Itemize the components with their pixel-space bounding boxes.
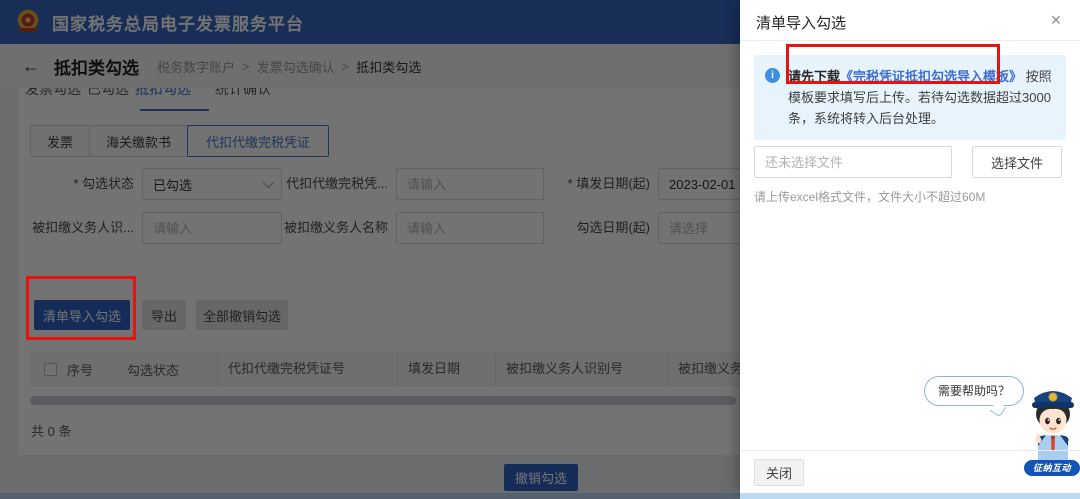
help-bubble[interactable]: 需要帮助吗？ [924, 376, 1024, 406]
import-drawer: 清单导入勾选 × i 请先下载《完税凭证抵扣勾选导入模板》 按照模板要求填写后上… [740, 0, 1080, 493]
info-icon: i [765, 68, 780, 83]
close-icon[interactable]: × [1044, 8, 1068, 32]
choose-file-button[interactable]: 选择文件 [972, 146, 1062, 178]
upload-hint: 请上传excel格式文件，文件大小不超过60M [754, 190, 986, 204]
info-alert: i 请先下载《完税凭证抵扣勾选导入模板》 按照模板要求填写后上传。若待勾选数据超… [754, 55, 1066, 140]
alert-prefix: 请先下载 [788, 69, 841, 84]
drawer-footer: 关闭 [740, 450, 1080, 493]
drawer-title: 清单导入勾选 [756, 15, 847, 32]
drawer-header: 清单导入勾选 × [740, 0, 1080, 41]
drawer-bottom-strip [740, 493, 1080, 499]
file-name-input[interactable] [754, 146, 952, 178]
close-drawer-button[interactable]: 关闭 [754, 459, 804, 486]
template-download-link[interactable]: 《完税凭证抵扣勾选导入模板》 [840, 69, 1022, 84]
